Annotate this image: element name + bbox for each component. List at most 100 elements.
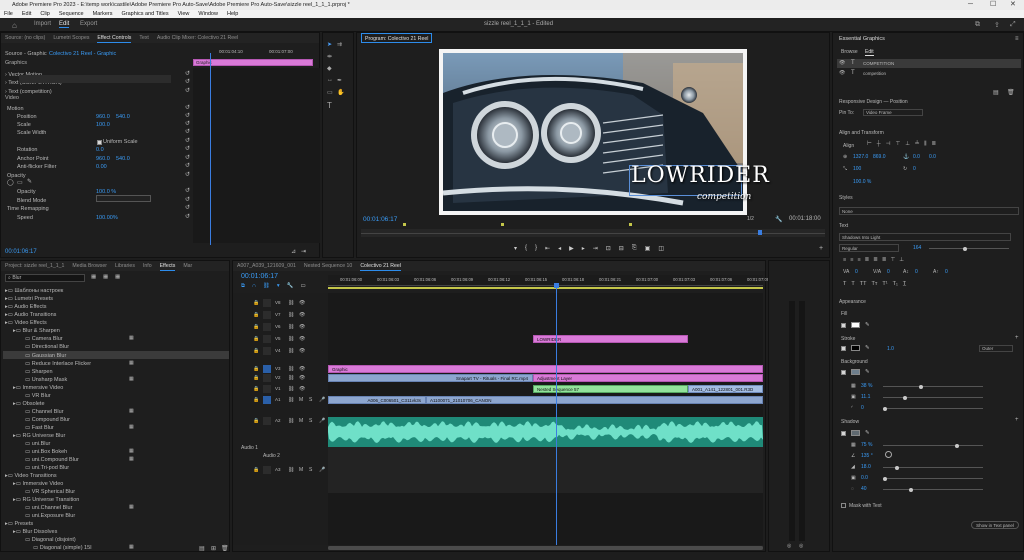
mark-in-icon[interactable]: { <box>525 245 527 252</box>
step-forward-icon[interactable]: ▸ <box>582 245 585 252</box>
menu-help[interactable]: Help <box>227 10 238 18</box>
source-patch[interactable] <box>263 299 271 307</box>
superscript-icon[interactable]: T¹ <box>882 281 887 287</box>
solo-right-button[interactable]: ◎ <box>799 543 803 549</box>
clip-a006[interactable]: A006_C006501_C311vk3s <box>328 396 426 404</box>
ec-property-value-2[interactable]: 540.0 <box>116 113 130 121</box>
export-frame-icon[interactable]: ⎘ <box>632 245 637 252</box>
uniform-scale-checkbox[interactable] <box>97 140 102 145</box>
ec-property-value[interactable]: 960.0 <box>96 113 110 121</box>
align-middle-icon[interactable]: ⊥ <box>905 141 910 148</box>
overlay-subtitle[interactable]: competition <box>697 192 751 202</box>
align-text-left-icon[interactable]: ≡ <box>843 257 846 263</box>
accelerated-filter-icon[interactable]: ▦ <box>91 274 96 280</box>
mute-icon[interactable]: M <box>299 418 303 424</box>
fill-color-swatch[interactable] <box>851 322 860 328</box>
font-size-slider[interactable] <box>929 246 1009 251</box>
opacity-value[interactable]: 100.0 % <box>853 179 871 185</box>
tracking-value[interactable]: 0 <box>855 269 858 275</box>
source-patch[interactable] <box>263 396 271 404</box>
align-text-right-icon[interactable]: ≡ <box>857 257 860 263</box>
bg-corner-value[interactable]: 0 <box>861 405 864 411</box>
italic-icon[interactable]: T <box>851 281 854 287</box>
clip-a001[interactable]: A001_A141_122801_001.R3D <box>688 385 763 393</box>
yuv-filter-icon[interactable]: ▦ <box>115 274 120 280</box>
sync-lock-icon[interactable]: ⛓ <box>288 348 294 354</box>
sync-lock-icon[interactable]: ⛓ <box>288 300 294 306</box>
eye-icon[interactable]: 👁 <box>299 348 305 354</box>
hand-tool-icon[interactable]: ✋ <box>337 89 344 96</box>
show-in-text-panel-button[interactable]: Show in Text panel <box>971 521 1019 529</box>
go-to-out-icon[interactable]: ⇥ <box>593 245 598 252</box>
mic-icon[interactable]: 🎤 <box>319 418 325 424</box>
effects-tree-item[interactable]: ▸▭ Шаблоны настроек <box>5 287 63 295</box>
font-style-dropdown[interactable]: Regular <box>839 244 899 252</box>
stroke-type-dropdown[interactable]: Outer <box>979 345 1013 352</box>
tab-effects[interactable]: Effects <box>159 261 176 271</box>
sync-lock-icon[interactable]: ⛓ <box>288 324 294 330</box>
extract-icon[interactable]: ⊟ <box>619 245 624 252</box>
ec-property-value-2[interactable]: 540.0 <box>116 155 130 163</box>
reset-icon[interactable]: ↺ <box>185 128 190 135</box>
new-layer-icon[interactable]: ▤ <box>993 89 999 96</box>
align-bottom-icon[interactable]: ╧ <box>915 141 919 148</box>
align-text-center-icon[interactable]: ≡ <box>850 257 853 263</box>
reset-icon[interactable]: ↺ <box>185 187 190 194</box>
mini-timeline[interactable] <box>193 68 320 243</box>
effects-tree-item[interactable]: ▭ uni.Blur <box>25 440 50 448</box>
timeline-settings-icon[interactable]: 🔧 <box>287 283 294 290</box>
menu-sequence[interactable]: Sequence <box>59 10 84 18</box>
ripple-edit-icon[interactable]: ⇹ <box>327 53 332 60</box>
minimize-button[interactable]: ─ <box>968 0 973 10</box>
source-patch[interactable] <box>263 385 271 393</box>
ec-property-row[interactable]: Speed <box>17 214 33 222</box>
solo-left-button[interactable]: ◎ <box>787 543 791 549</box>
add-shadow-icon[interactable]: + <box>1015 417 1019 423</box>
stroke-eyedropper-icon[interactable]: ✎ <box>865 345 870 351</box>
clip-adjustment-layer[interactable]: Adjustment Layer <box>533 374 763 382</box>
mute-icon[interactable]: M <box>299 467 303 473</box>
font-size-value[interactable]: 164 <box>913 245 921 251</box>
source-patch[interactable] <box>263 335 271 343</box>
reset-icon[interactable]: ↺ <box>185 162 190 169</box>
align-center-icon[interactable]: ┼ <box>877 141 881 148</box>
effects-tree-item[interactable]: ▸▭ Blur Dissolves <box>13 528 57 536</box>
ec-property-value[interactable]: 100.0 <box>96 121 110 129</box>
source-patch[interactable] <box>263 466 271 474</box>
tab-edit[interactable]: Edit <box>59 21 70 28</box>
bg-opacity-slider[interactable] <box>883 384 983 389</box>
tab-media-browser[interactable]: Media Browser <box>72 261 107 271</box>
tab-seq-a007[interactable]: A007_A039_121609_001 <box>237 261 296 271</box>
track-header-row[interactable]: 🔒 V6 ⛓ 👁 <box>233 323 328 332</box>
leading-value[interactable]: 0 <box>915 269 918 275</box>
pen-mask-icon[interactable]: ✎ <box>27 178 32 185</box>
stroke-checkbox[interactable] <box>841 346 846 351</box>
add-button-icon[interactable]: + <box>819 245 823 252</box>
32bit-filter-icon[interactable]: ▦ <box>103 274 108 280</box>
reset-icon[interactable]: ↺ <box>185 70 190 77</box>
shadow-size-value[interactable]: 0.0 <box>861 475 868 481</box>
overlay-title[interactable]: LOWRIDER <box>631 163 770 188</box>
sync-lock-icon[interactable]: ⛓ <box>288 467 294 473</box>
eye-icon[interactable]: 👁 <box>299 366 305 372</box>
maximize-button[interactable]: ☐ <box>990 0 996 10</box>
bg-opacity-value[interactable]: 38 % <box>861 383 872 389</box>
effects-tree-item[interactable]: ▸▭ Lumetri Presets <box>5 295 53 303</box>
ec-timecode[interactable]: 00:01:06:17 <box>5 249 37 255</box>
selection-tool-icon[interactable]: ➤ <box>327 41 332 48</box>
scale-value[interactable]: 100 <box>853 166 861 172</box>
eye-icon[interactable]: 👁 <box>839 60 845 66</box>
eg-layer-competition-lower[interactable]: 👁 T competition <box>837 69 1021 78</box>
video-frame[interactable]: LOWRIDER competition <box>439 49 769 215</box>
effects-tree-item[interactable]: ▸▭ RG Universe Blur <box>13 432 65 440</box>
linked-icon[interactable]: ⛓ <box>263 283 270 290</box>
marker-icon[interactable]: ▾ <box>514 245 517 252</box>
effects-tree-item[interactable]: ▭ uni.Tri-pod Blur <box>25 464 69 472</box>
tab-export[interactable]: Export <box>80 21 97 27</box>
align-left-icon[interactable]: ⊢ <box>867 141 872 148</box>
effects-tree-item[interactable]: ▭ Channel Blur <box>25 408 64 416</box>
home-icon[interactable]: ⌂ <box>12 21 17 30</box>
reset-icon[interactable]: ↺ <box>185 104 190 111</box>
shadow-blur-value[interactable]: 40 <box>861 486 867 492</box>
tab-info[interactable]: Info <box>143 261 152 271</box>
